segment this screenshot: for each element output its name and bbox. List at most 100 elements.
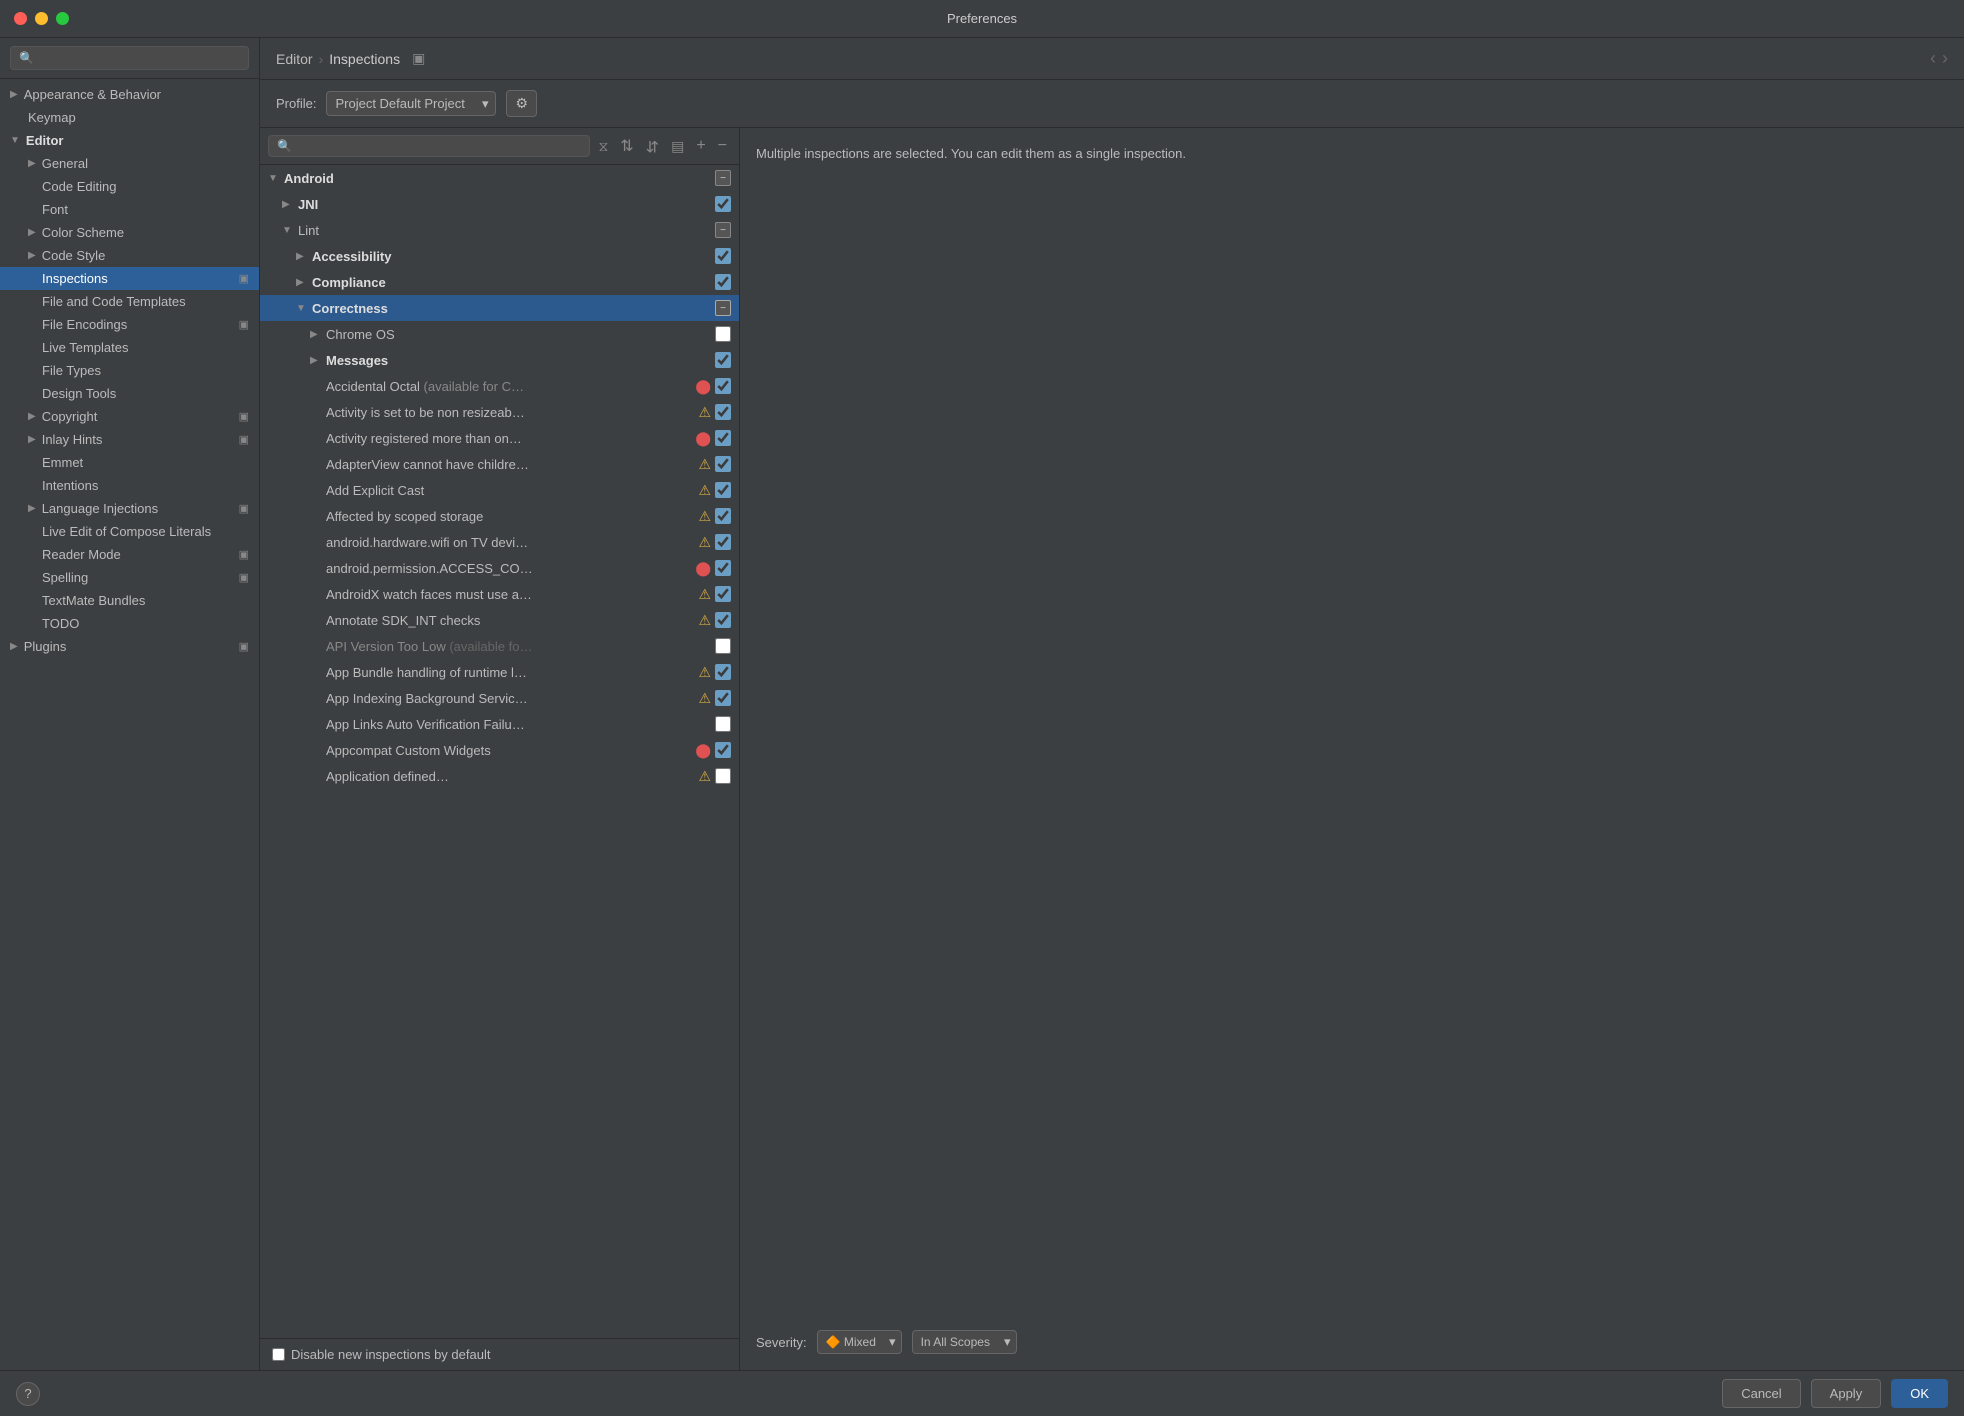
checkbox-jni[interactable] (715, 196, 731, 212)
tree-row-accessibility[interactable]: ▶ Accessibility (260, 243, 739, 269)
tree-row-accidental-octal[interactable]: ▶ Accidental Octal (available for C… ⬤ (260, 373, 739, 399)
help-button[interactable]: ? (16, 1382, 40, 1406)
tree-row-jni[interactable]: ▶ JNI (260, 191, 739, 217)
tree-row-appcompat-custom[interactable]: ▶ Appcompat Custom Widgets ⬤ (260, 737, 739, 763)
tree-row-annotate-sdk-int[interactable]: ▶ Annotate SDK_INT checks ⚠ (260, 607, 739, 633)
info-text: Multiple inspections are selected. You c… (756, 144, 1948, 164)
sidebar-item-font[interactable]: Font (0, 198, 259, 221)
checkbox-correctness[interactable]: − (715, 300, 731, 316)
tree-row-messages[interactable]: ▶ Messages (260, 347, 739, 373)
sidebar-item-file-encodings[interactable]: File Encodings ▣ (0, 313, 259, 336)
close-button[interactable] (14, 12, 27, 25)
sidebar-item-design-tools[interactable]: Design Tools (0, 382, 259, 405)
tree-row-activity-registered[interactable]: ▶ Activity registered more than on… ⬤ (260, 425, 739, 451)
sidebar-item-code-style[interactable]: ▶ Code Style (0, 244, 259, 267)
restore-defaults-icon[interactable]: ▣ (412, 50, 425, 67)
sidebar: ▶ Appearance & Behavior Keymap ▼ Editor … (0, 38, 260, 1370)
tree-row-watch-faces[interactable]: ▶ AndroidX watch faces must use a… ⚠ (260, 581, 739, 607)
sidebar-item-inspections[interactable]: Inspections ▣ (0, 267, 259, 290)
checkbox-add-explicit-cast[interactable] (715, 482, 731, 498)
tree-row-application-defined[interactable]: ▶ Application defined… ⚠ (260, 763, 739, 789)
checkbox-scoped-storage[interactable] (715, 508, 731, 524)
tree-row-activity-non-resizeable[interactable]: ▶ Activity is set to be non resizeab… ⚠ (260, 399, 739, 425)
checkbox-activity-registered[interactable] (715, 430, 731, 446)
tree-row-app-links[interactable]: ▶ App Links Auto Verification Failu… (260, 711, 739, 737)
add-button[interactable]: + (692, 135, 709, 157)
sidebar-item-emmet[interactable]: Emmet (0, 451, 259, 474)
tree-row-app-indexing[interactable]: ▶ App Indexing Background Servic… ⚠ (260, 685, 739, 711)
sidebar-item-plugins[interactable]: ▶ Plugins ▣ (0, 635, 259, 658)
tree-row-scoped-storage[interactable]: ▶ Affected by scoped storage ⚠ (260, 503, 739, 529)
sidebar-item-keymap[interactable]: Keymap (0, 106, 259, 129)
sidebar-item-live-templates[interactable]: Live Templates (0, 336, 259, 359)
checkbox-app-links[interactable] (715, 716, 731, 732)
checkbox-accessibility[interactable] (715, 248, 731, 264)
checkbox-watch-faces[interactable] (715, 586, 731, 602)
checkbox-adapterview[interactable] (715, 456, 731, 472)
sidebar-item-appearance[interactable]: ▶ Appearance & Behavior (0, 83, 259, 106)
checkbox-application-defined[interactable] (715, 768, 731, 784)
checkbox-annotate-sdk-int[interactable] (715, 612, 731, 628)
tree-row-adapterview[interactable]: ▶ AdapterView cannot have childre… ⚠ (260, 451, 739, 477)
sidebar-item-copyright[interactable]: ▶ Copyright ▣ (0, 405, 259, 428)
sidebar-item-language-injections[interactable]: ▶ Language Injections ▣ (0, 497, 259, 520)
profile-select[interactable]: Project Default Project (326, 91, 496, 116)
sidebar-item-live-edit[interactable]: Live Edit of Compose Literals (0, 520, 259, 543)
scope-select[interactable]: In All Scopes (912, 1330, 1017, 1354)
gear-button[interactable]: ⚙ (506, 90, 537, 117)
checkbox-api-version-low[interactable] (715, 638, 731, 654)
window-controls[interactable] (14, 12, 69, 25)
sidebar-item-spelling[interactable]: Spelling ▣ (0, 566, 259, 589)
checkbox-compliance[interactable] (715, 274, 731, 290)
checkbox-chrome-os[interactable] (715, 326, 731, 342)
tree-row-hardware-wifi[interactable]: ▶ android.hardware.wifi on TV devi… ⚠ (260, 529, 739, 555)
sidebar-item-editor[interactable]: ▼ Editor (0, 129, 259, 152)
tree-row-correctness[interactable]: ▼ Correctness − (260, 295, 739, 321)
tree-row-lint[interactable]: ▼ Lint − (260, 217, 739, 243)
sidebar-item-inlay-hints[interactable]: ▶ Inlay Hints ▣ (0, 428, 259, 451)
sidebar-item-code-editing[interactable]: Code Editing (0, 175, 259, 198)
apply-button[interactable]: Apply (1811, 1379, 1882, 1408)
sidebar-item-todo[interactable]: TODO (0, 612, 259, 635)
checkbox-hardware-wifi[interactable] (715, 534, 731, 550)
tree-row-api-version-low[interactable]: ▶ API Version Too Low (available fo… (260, 633, 739, 659)
sidebar-search-input[interactable] (10, 46, 249, 70)
tree-row-add-explicit-cast[interactable]: ▶ Add Explicit Cast ⚠ (260, 477, 739, 503)
tree-row-android[interactable]: ▼ Android − (260, 165, 739, 191)
ok-button[interactable]: OK (1891, 1379, 1948, 1408)
disable-new-inspections-checkbox[interactable] (272, 1348, 285, 1361)
checkbox-app-indexing[interactable] (715, 690, 731, 706)
sidebar-item-color-scheme[interactable]: ▶ Color Scheme (0, 221, 259, 244)
checkbox-lint[interactable]: − (715, 222, 731, 238)
tree-row-compliance[interactable]: ▶ Compliance (260, 269, 739, 295)
checkbox-activity-non-resizeable[interactable] (715, 404, 731, 420)
checkbox-appcompat-custom[interactable] (715, 742, 731, 758)
tree-row-chrome-os[interactable]: ▶ Chrome OS (260, 321, 739, 347)
checkbox-app-bundle[interactable] (715, 664, 731, 680)
tree-row-permission-access[interactable]: ▶ android.permission.ACCESS_CO… ⬤ (260, 555, 739, 581)
checkbox-messages[interactable] (715, 352, 731, 368)
tree-search-input[interactable] (268, 135, 590, 157)
tree-row-app-bundle[interactable]: ▶ App Bundle handling of runtime l… ⚠ (260, 659, 739, 685)
right-panel-spacer (756, 184, 1948, 1331)
remove-button[interactable]: − (714, 135, 731, 157)
checkbox-permission-access[interactable] (715, 560, 731, 576)
cancel-button[interactable]: Cancel (1722, 1379, 1800, 1408)
severity-select[interactable]: 🔶 Mixed Error Warning Info (817, 1330, 902, 1354)
sidebar-item-textmate[interactable]: TextMate Bundles (0, 589, 259, 612)
group-button[interactable]: ▤ (667, 136, 688, 157)
sidebar-item-intentions[interactable]: Intentions (0, 474, 259, 497)
forward-button[interactable]: › (1942, 48, 1948, 69)
sidebar-item-file-code-templates[interactable]: File and Code Templates (0, 290, 259, 313)
sidebar-item-reader-mode[interactable]: Reader Mode ▣ (0, 543, 259, 566)
collapse-all-button[interactable]: ⇅ (642, 134, 663, 158)
back-button[interactable]: ‹ (1930, 48, 1936, 69)
sidebar-item-file-types[interactable]: File Types (0, 359, 259, 382)
expand-all-button[interactable]: ⇅ (616, 134, 637, 158)
maximize-button[interactable] (56, 12, 69, 25)
minimize-button[interactable] (35, 12, 48, 25)
checkbox-accidental-octal[interactable] (715, 378, 731, 394)
checkbox-android[interactable]: − (715, 170, 731, 186)
filter-button[interactable]: ⧖ (594, 136, 612, 157)
sidebar-item-general[interactable]: ▶ General (0, 152, 259, 175)
